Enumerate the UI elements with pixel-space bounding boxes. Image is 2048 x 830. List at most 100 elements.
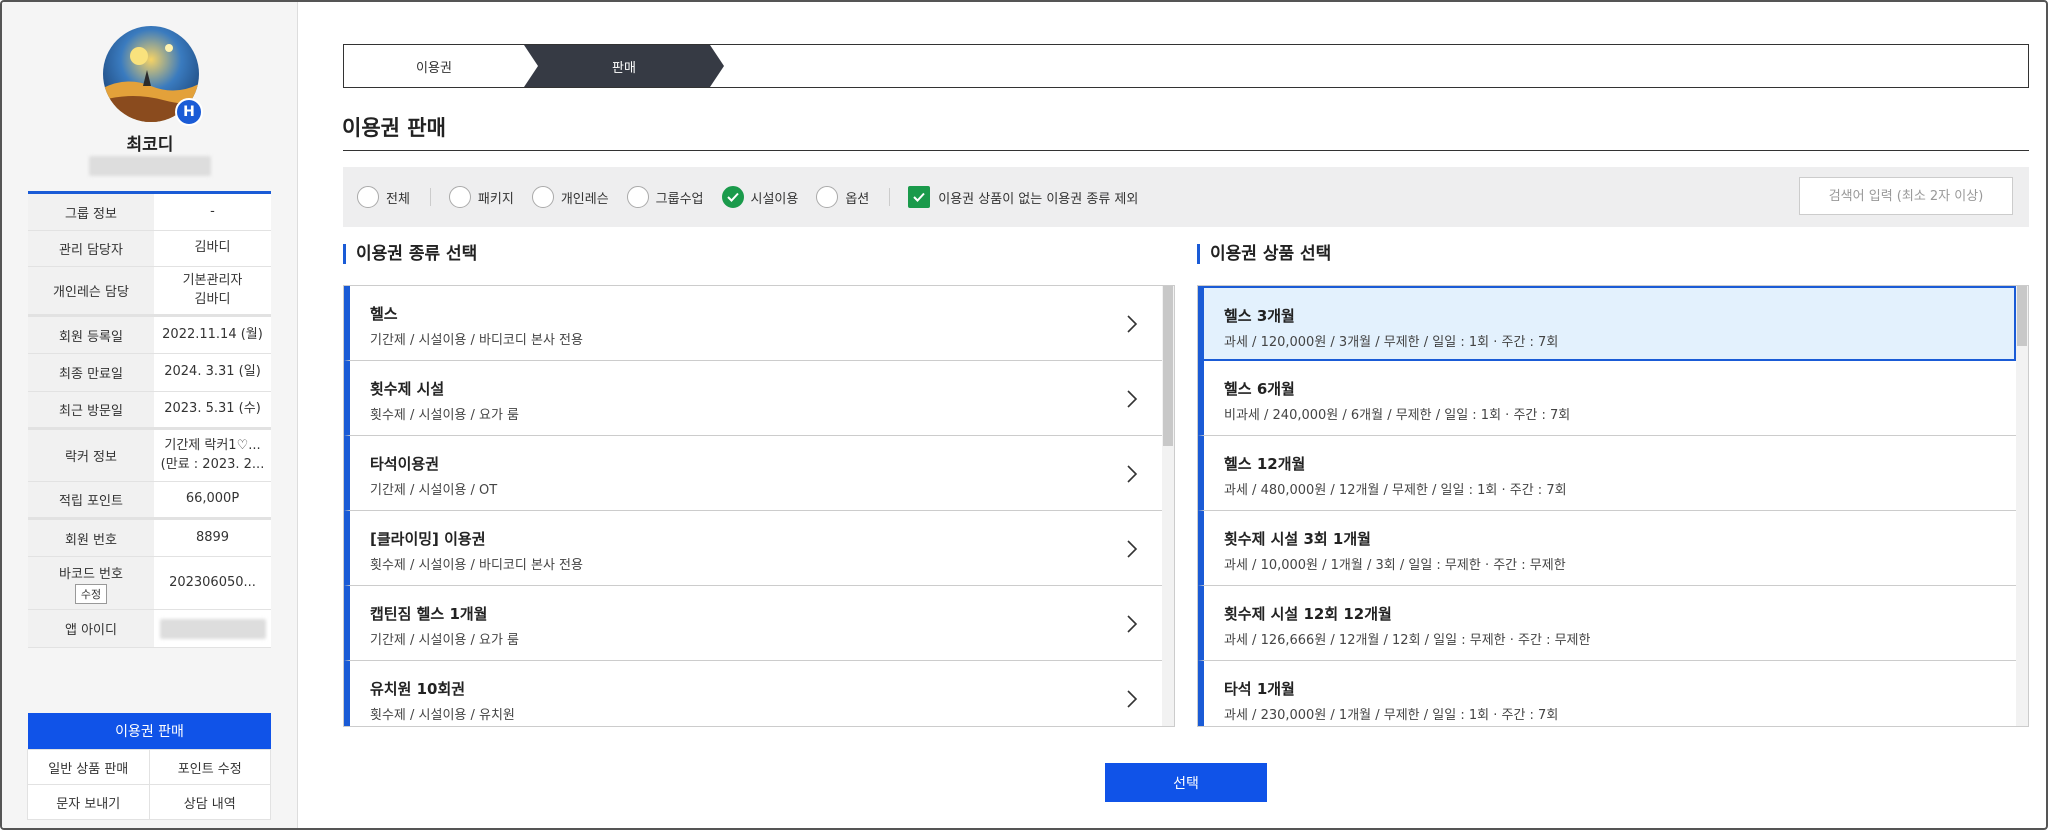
- avatar[interactable]: H: [103, 26, 203, 126]
- membership-type-title: 이용권 종류 선택: [343, 244, 477, 264]
- member-name: 최코디: [126, 135, 174, 155]
- info-value: 8899: [195, 529, 230, 545]
- info-row-app-id: 앱 아이디: [28, 610, 271, 648]
- info-row-member-number: 회원 번호 8899: [28, 520, 271, 557]
- divider: [429, 188, 431, 206]
- item-desc: 횟수제 / 시설이용 / 바디코디 본사 전용: [370, 558, 583, 573]
- item-desc: 비과세 / 240,000원 / 6개월 / 무제한 / 일일 : 1회 · 주…: [1224, 408, 1571, 423]
- info-value: 김바디: [194, 240, 231, 256]
- info-key: 회원 등록일: [28, 317, 154, 353]
- item-name: 헬스 3개월: [1224, 307, 1295, 325]
- chevron-right-icon: [1127, 390, 1138, 408]
- info-key: 개인레슨 담당: [28, 267, 154, 314]
- list-item[interactable]: 타석 1개월 과세 / 230,000원 / 1개월 / 무제한 / 일일 : …: [1198, 661, 2016, 726]
- info-value: 66,000P: [185, 491, 240, 507]
- exclude-empty-checkbox[interactable]: 이용권 상품이 없는 이용권 종류 제외: [908, 186, 1138, 208]
- radio-label: 개인레슨: [560, 191, 609, 207]
- info-row-last-visit: 최근 방문일 2023. 5.31 (수): [28, 392, 271, 430]
- list-item[interactable]: 헬스 12개월 과세 / 480,000원 / 12개월 / 무제한 / 일일 …: [1198, 436, 2016, 511]
- edit-barcode-button[interactable]: 수정: [74, 583, 108, 604]
- info-row-group: 그룹 정보 -: [28, 194, 271, 231]
- list-item[interactable]: 헬스 6개월 비과세 / 240,000원 / 6개월 / 무제한 / 일일 :…: [1198, 361, 2016, 436]
- item-name: 유치원 10회권: [370, 680, 466, 698]
- info-key: 관리 담당자: [28, 231, 154, 266]
- info-key: 적립 포인트: [28, 482, 154, 517]
- main-content: 이용권 판매 이용권 판매 전체 패키지 개인레슨 그룹수업 시설이용 옵션 이…: [299, 2, 2046, 828]
- radio-unchecked-icon: [531, 186, 554, 208]
- radio-label: 시설이용: [750, 191, 799, 207]
- item-desc: 횟수제 / 시설이용 / 요가 룸: [370, 408, 520, 423]
- info-row-barcode: 바코드 번호 수정 202306050...: [28, 557, 271, 610]
- chevron-right-icon: [1127, 615, 1138, 633]
- info-value: 기본관리자 김바디: [182, 272, 243, 307]
- scrollbar[interactable]: [2016, 286, 2028, 726]
- sell-membership-button[interactable]: 이용권 판매: [28, 713, 271, 749]
- list-item[interactable]: 횟수제 시설 3회 1개월 과세 / 10,000원 / 1개월 / 3회 / …: [1198, 511, 2016, 586]
- scrollbar-thumb[interactable]: [2017, 286, 2027, 346]
- info-value[interactable]: 기간제 락커1♡... (만료 : 2023. 2...: [154, 430, 271, 481]
- scrollbar[interactable]: [1162, 286, 1174, 726]
- checkbox-label: 이용권 상품이 없는 이용권 종류 제외: [938, 191, 1139, 207]
- chevron-right-icon: [1127, 690, 1138, 708]
- filter-radio-personal-lesson[interactable]: 개인레슨: [531, 186, 609, 208]
- list-item[interactable]: 횟수제 시설 횟수제 / 시설이용 / 요가 룸: [344, 361, 1162, 436]
- item-desc: 과세 / 480,000원 / 12개월 / 무제한 / 일일 : 1회 · 주…: [1224, 483, 1567, 498]
- info-value: -: [210, 203, 215, 219]
- radio-unchecked-icon: [816, 186, 839, 208]
- list-item[interactable]: 캡틴짐 헬스 1개월 기간제 / 시설이용 / 요가 룸: [344, 586, 1162, 661]
- info-row-manager: 관리 담당자 김바디: [28, 231, 271, 267]
- list-item[interactable]: 횟수제 시설 12회 12개월 과세 / 126,666원 / 12개월 / 1…: [1198, 586, 2016, 661]
- step-indicator: 이용권 판매: [343, 44, 2029, 88]
- info-row-locker: 락커 정보 기간제 락커1♡... (만료 : 2023. 2...: [28, 430, 271, 482]
- item-desc: 과세 / 230,000원 / 1개월 / 무제한 / 일일 : 1회 · 주간…: [1224, 708, 1559, 723]
- info-key: 락커 정보: [28, 430, 154, 481]
- chevron-right-icon: [1127, 540, 1138, 558]
- step-sale-active: 판매: [524, 45, 724, 87]
- item-name: 타석 1개월: [1224, 680, 1295, 698]
- membership-product-list: 헬스 3개월 과세 / 120,000원 / 3개월 / 무제한 / 일일 : …: [1197, 285, 2029, 727]
- item-desc: 과세 / 10,000원 / 1개월 / 3회 / 일일 : 무제한 · 주간 …: [1224, 558, 1566, 573]
- list-item[interactable]: [클라이밍] 이용권 횟수제 / 시설이용 / 바디코디 본사 전용: [344, 511, 1162, 586]
- send-message-button[interactable]: 문자 보내기: [27, 784, 150, 820]
- search-input[interactable]: [1799, 177, 2013, 215]
- info-value: 2024. 3.31 (일): [164, 364, 261, 380]
- item-name: [클라이밍] 이용권: [370, 530, 486, 548]
- filter-radio-all[interactable]: 전체: [357, 186, 410, 208]
- filter-radio-option[interactable]: 옵션: [816, 186, 869, 208]
- member-phone-redacted: [89, 156, 211, 176]
- item-name: 횟수제 시설 12회 12개월: [1224, 605, 1392, 623]
- chevron-right-icon: [1127, 315, 1138, 333]
- info-row-points: 적립 포인트 66,000P: [28, 482, 271, 520]
- radio-checked-icon: [721, 186, 744, 208]
- edit-points-button[interactable]: 포인트 수정: [148, 749, 271, 785]
- radio-unchecked-icon: [626, 186, 649, 208]
- item-desc: 과세 / 120,000원 / 3개월 / 무제한 / 일일 : 1회 · 주간…: [1224, 335, 1559, 350]
- member-info-table: 그룹 정보 - 관리 담당자 김바디 개인레슨 담당 기본관리자 김바디 회원 …: [28, 191, 271, 648]
- scrollbar-thumb[interactable]: [1163, 286, 1173, 446]
- list-item[interactable]: 유치원 10회권 횟수제 / 시설이용 / 유치원: [344, 661, 1162, 726]
- step-label: 이용권: [416, 60, 452, 76]
- membership-type-list: 헬스 기간제 / 시설이용 / 바디코디 본사 전용 횟수제 시설 횟수제 / …: [343, 285, 1175, 727]
- list-item-selected[interactable]: 헬스 3개월 과세 / 120,000원 / 3개월 / 무제한 / 일일 : …: [1198, 286, 2016, 361]
- radio-unchecked-icon: [448, 186, 471, 208]
- filter-radio-package[interactable]: 패키지: [448, 186, 514, 208]
- checkbox-checked-icon: [908, 186, 931, 208]
- chevron-right-icon: [1127, 465, 1138, 483]
- info-row-expiry: 최종 만료일 2024. 3.31 (일): [28, 354, 271, 392]
- select-button[interactable]: 선택: [1105, 763, 1267, 802]
- item-desc: 과세 / 126,666원 / 12개월 / 12회 / 일일 : 무제한 · …: [1224, 633, 1591, 648]
- general-product-sale-button[interactable]: 일반 상품 판매: [27, 749, 150, 785]
- list-item[interactable]: 헬스 기간제 / 시설이용 / 바디코디 본사 전용: [344, 286, 1162, 361]
- info-key: 회원 번호: [28, 520, 154, 556]
- radio-label: 옵션: [845, 191, 870, 207]
- info-key: 최근 방문일: [28, 392, 154, 427]
- filter-radio-group-class[interactable]: 그룹수업: [626, 186, 704, 208]
- item-name: 헬스 12개월: [1224, 455, 1306, 473]
- info-row-registered: 회원 등록일 2022.11.14 (월): [28, 317, 271, 354]
- info-value: 202306050...: [169, 574, 256, 590]
- step-label: 판매: [612, 60, 636, 76]
- consultation-history-button[interactable]: 상담 내역: [148, 784, 271, 820]
- list-item[interactable]: 타석이용권 기간제 / 시설이용 / OT: [344, 436, 1162, 511]
- filter-radio-facility[interactable]: 시설이용: [721, 186, 799, 208]
- info-value-redacted: [154, 610, 271, 647]
